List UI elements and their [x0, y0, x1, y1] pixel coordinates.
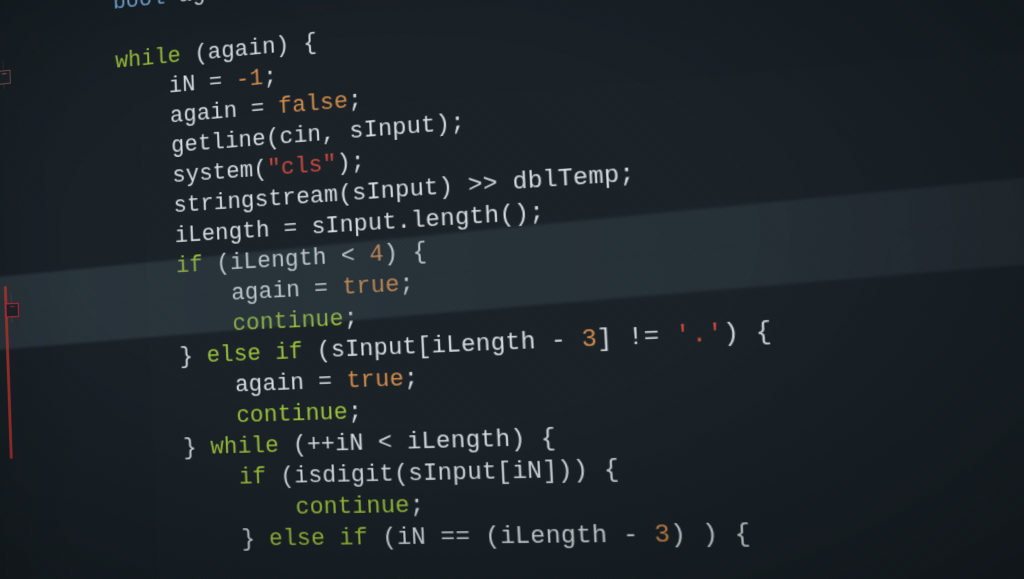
fold-gutter[interactable]	[0, 205, 18, 206]
line-number: 530	[0, 323, 4, 351]
fold-toggle-icon[interactable]: −	[5, 303, 19, 318]
editor-surface[interactable]: 516 string sInput;517 int iLength, iN;51…	[0, 0, 1024, 579]
line-number: 531	[0, 352, 5, 380]
line-number: 527	[0, 235, 1, 264]
fold-gutter[interactable]	[0, 146, 16, 148]
editor-viewport: 516 string sInput;517 int iLength, iN;51…	[0, 0, 1024, 579]
fold-gutter[interactable]	[0, 2, 11, 4]
line-number: 533	[0, 411, 7, 438]
fold-gutter[interactable]	[1, 263, 20, 264]
line-number: 536	[0, 499, 10, 525]
fold-gutter[interactable]	[0, 117, 15, 119]
line-number: 535	[0, 470, 9, 497]
fold-gutter[interactable]	[0, 31, 12, 33]
line-number: 537	[0, 529, 11, 555]
line-number: 532	[0, 381, 6, 409]
line-number: 534	[0, 440, 8, 467]
line-number: 528	[0, 264, 2, 293]
fold-gutter[interactable]: −	[0, 59, 14, 90]
fold-gutter[interactable]	[0, 234, 19, 235]
fold-gutter[interactable]: −	[2, 292, 22, 322]
code-lines: 516 string sInput;517 int iLength, iN;51…	[0, 0, 1024, 559]
fold-gutter[interactable]	[0, 176, 17, 177]
fold-toggle-icon[interactable]: −	[0, 70, 11, 85]
